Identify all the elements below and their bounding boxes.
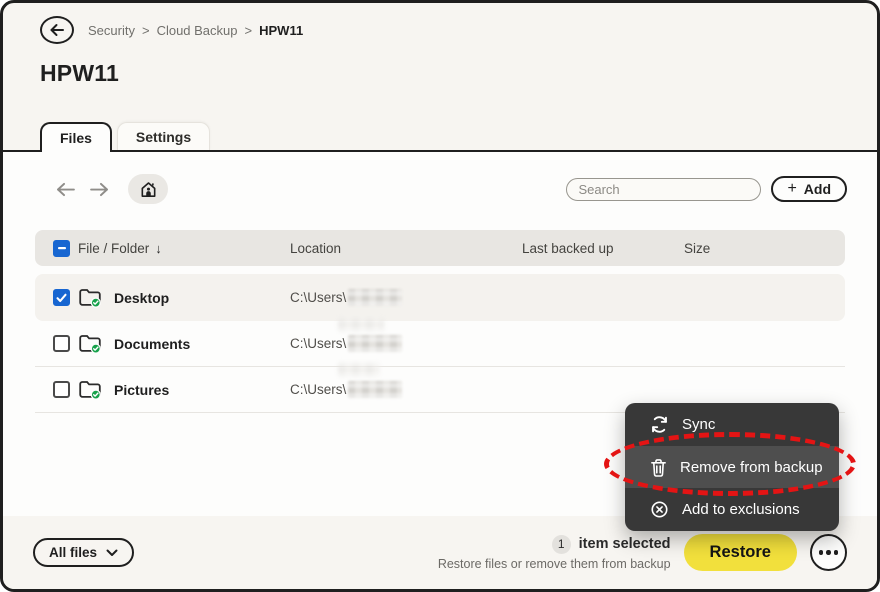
add-button-label: Add xyxy=(803,181,831,197)
plus-icon: + xyxy=(787,180,797,197)
column-header-last-backed-up[interactable]: Last backed up xyxy=(522,241,684,256)
add-button[interactable]: + Add xyxy=(771,176,847,202)
selection-summary: 1 item selected Restore files or remove … xyxy=(437,534,671,571)
menu-item-label: Add to exclusions xyxy=(682,501,800,519)
breadcrumb-trail: Security > Cloud Backup > HPW11 xyxy=(88,23,303,38)
row-checkbox[interactable] xyxy=(53,289,70,306)
selected-text: item selected xyxy=(578,536,671,552)
row-checkbox[interactable] xyxy=(53,381,70,398)
file-name: Desktop xyxy=(114,289,170,306)
toolbar: + Add xyxy=(33,174,847,204)
censored-username xyxy=(348,335,403,352)
censored-smudge xyxy=(338,317,384,332)
row-context-menu: Sync Remove from backup Add to exclusion… xyxy=(625,403,839,531)
selected-count-badge: 1 xyxy=(551,534,571,554)
censored-smudge xyxy=(338,362,380,377)
menu-item-label: Remove from backup xyxy=(680,458,823,476)
more-options-button[interactable] xyxy=(810,534,847,571)
backup-home-button[interactable] xyxy=(128,174,168,204)
backup-files-table: File / Folder ↓ Location Last backed up S… xyxy=(35,230,845,413)
table-header-row: File / Folder ↓ Location Last backed up S… xyxy=(35,230,845,266)
ellipsis-icon xyxy=(818,550,839,555)
breadcrumb-separator: > xyxy=(141,22,150,38)
breadcrumb-separator: > xyxy=(244,22,253,38)
censored-username xyxy=(348,381,403,398)
file-name: Pictures xyxy=(114,381,170,398)
sort-descending-icon: ↓ xyxy=(155,240,162,256)
sync-icon xyxy=(650,415,669,434)
column-header-size[interactable]: Size xyxy=(684,241,845,256)
trash-icon xyxy=(650,458,667,477)
exclude-circle-icon xyxy=(650,500,669,519)
back-button[interactable] xyxy=(40,16,74,44)
nav-forward-button[interactable] xyxy=(89,182,110,197)
menu-item-add-to-exclusions[interactable]: Add to exclusions xyxy=(625,488,839,531)
folder-backed-up-icon xyxy=(78,379,102,400)
arrow-left-icon xyxy=(55,182,76,197)
table-row-desktop[interactable]: Desktop C:\Users\ xyxy=(35,274,845,321)
back-arrow-icon xyxy=(49,23,65,37)
column-header-location[interactable]: Location xyxy=(290,241,522,256)
tab-files[interactable]: Files xyxy=(40,122,112,152)
chevron-down-icon xyxy=(106,549,118,557)
folder-backed-up-icon xyxy=(78,287,102,308)
column-header-name[interactable]: File / Folder ↓ xyxy=(78,241,290,256)
breadcrumb-item-current: HPW11 xyxy=(259,22,304,38)
search-input[interactable] xyxy=(566,177,762,201)
file-filter-dropdown[interactable]: All files xyxy=(33,538,135,567)
filter-label: All files xyxy=(49,545,98,560)
menu-item-label: Sync xyxy=(682,415,716,433)
tab-bar: Files Settings xyxy=(40,122,211,152)
breadcrumb: Security > Cloud Backup > HPW11 xyxy=(40,15,877,45)
file-location: C:\Users\ xyxy=(290,336,347,351)
breadcrumb-item-cloud-backup[interactable]: Cloud Backup xyxy=(157,23,238,38)
censored-username xyxy=(348,289,403,306)
table-rows: Desktop C:\Users\ Documents C:\Users\ Pi… xyxy=(35,274,845,413)
menu-item-remove-from-backup[interactable]: Remove from backup xyxy=(625,445,839,489)
cloud-backup-window: Security > Cloud Backup > HPW11 HPW11 Fi… xyxy=(0,0,880,592)
tab-settings[interactable]: Settings xyxy=(116,122,211,150)
folder-backed-up-icon xyxy=(78,333,102,354)
arrow-right-icon xyxy=(89,182,110,197)
select-all-checkbox[interactable] xyxy=(53,239,70,257)
file-location: C:\Users\ xyxy=(290,382,347,397)
page-title: HPW11 xyxy=(40,60,119,86)
selection-hint: Restore files or remove them from backup xyxy=(437,556,671,571)
table-row-documents[interactable]: Documents C:\Users\ xyxy=(35,321,845,367)
file-name: Documents xyxy=(114,335,191,352)
file-location: C:\Users\ xyxy=(290,290,347,305)
restore-button[interactable]: Restore xyxy=(683,534,797,571)
menu-item-sync[interactable]: Sync xyxy=(625,403,839,446)
row-checkbox[interactable] xyxy=(53,335,70,352)
breadcrumb-item-security[interactable]: Security xyxy=(88,23,135,38)
home-icon xyxy=(139,180,158,199)
nav-back-button[interactable] xyxy=(55,182,76,197)
